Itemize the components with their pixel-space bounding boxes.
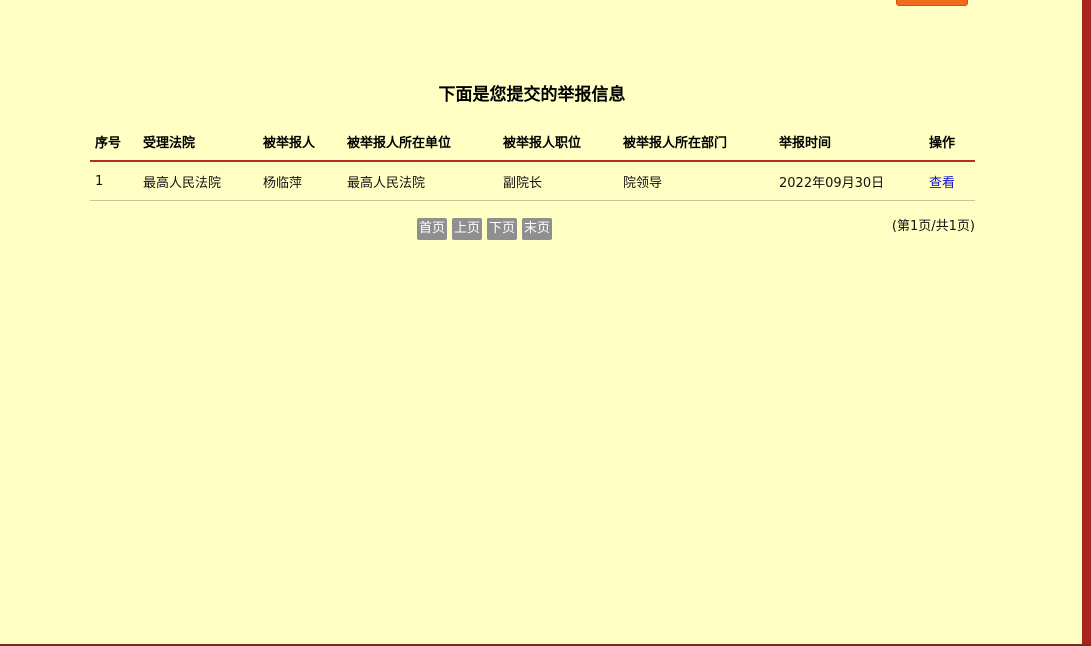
cell-position: 副院长 (498, 161, 618, 201)
view-link[interactable]: 查看 (929, 176, 955, 191)
right-border (1082, 0, 1091, 646)
cell-reported-person: 杨临萍 (258, 161, 342, 201)
col-header-court: 受理法院 (138, 122, 258, 162)
report-list-page: 下面是您提交的举报信息 序号 受理法院 被举报人 被举报人所在单位 被举报人职位… (0, 0, 1091, 646)
next-page-button[interactable]: 下页 (487, 218, 518, 240)
col-header-action: 操作 (924, 122, 975, 162)
cell-index: 1 (90, 161, 138, 201)
table-header-row: 序号 受理法院 被举报人 被举报人所在单位 被举报人职位 被举报人所在部门 举报… (90, 122, 975, 162)
last-page-button[interactable]: 末页 (522, 218, 553, 240)
cell-action: 查看 (924, 161, 975, 201)
table-row: 1 最高人民法院 杨临萍 最高人民法院 副院长 院领导 2022年09月30日 … (90, 161, 975, 201)
cell-time: 2022年09月30日 (774, 161, 924, 201)
col-header-position: 被举报人职位 (498, 122, 618, 162)
col-header-department: 被举报人所在部门 (618, 122, 774, 162)
pagination: 首页 上页 下页 末页 (417, 218, 553, 240)
col-header-reported-person: 被举报人 (258, 122, 342, 162)
col-header-time: 举报时间 (774, 122, 924, 162)
cell-court: 最高人民法院 (138, 161, 258, 201)
header-button[interactable] (896, 0, 968, 6)
first-page-button[interactable]: 首页 (417, 218, 448, 240)
report-table: 序号 受理法院 被举报人 被举报人所在单位 被举报人职位 被举报人所在部门 举报… (90, 122, 975, 201)
prev-page-button[interactable]: 上页 (452, 218, 483, 240)
header-strip (510, 0, 980, 6)
page-title: 下面是您提交的举报信息 (438, 85, 626, 105)
col-header-unit: 被举报人所在单位 (342, 122, 498, 162)
col-header-index: 序号 (90, 122, 138, 162)
page-info: (第1页/共1页) (891, 219, 975, 234)
cell-unit: 最高人民法院 (342, 161, 498, 201)
cell-department: 院领导 (618, 161, 774, 201)
